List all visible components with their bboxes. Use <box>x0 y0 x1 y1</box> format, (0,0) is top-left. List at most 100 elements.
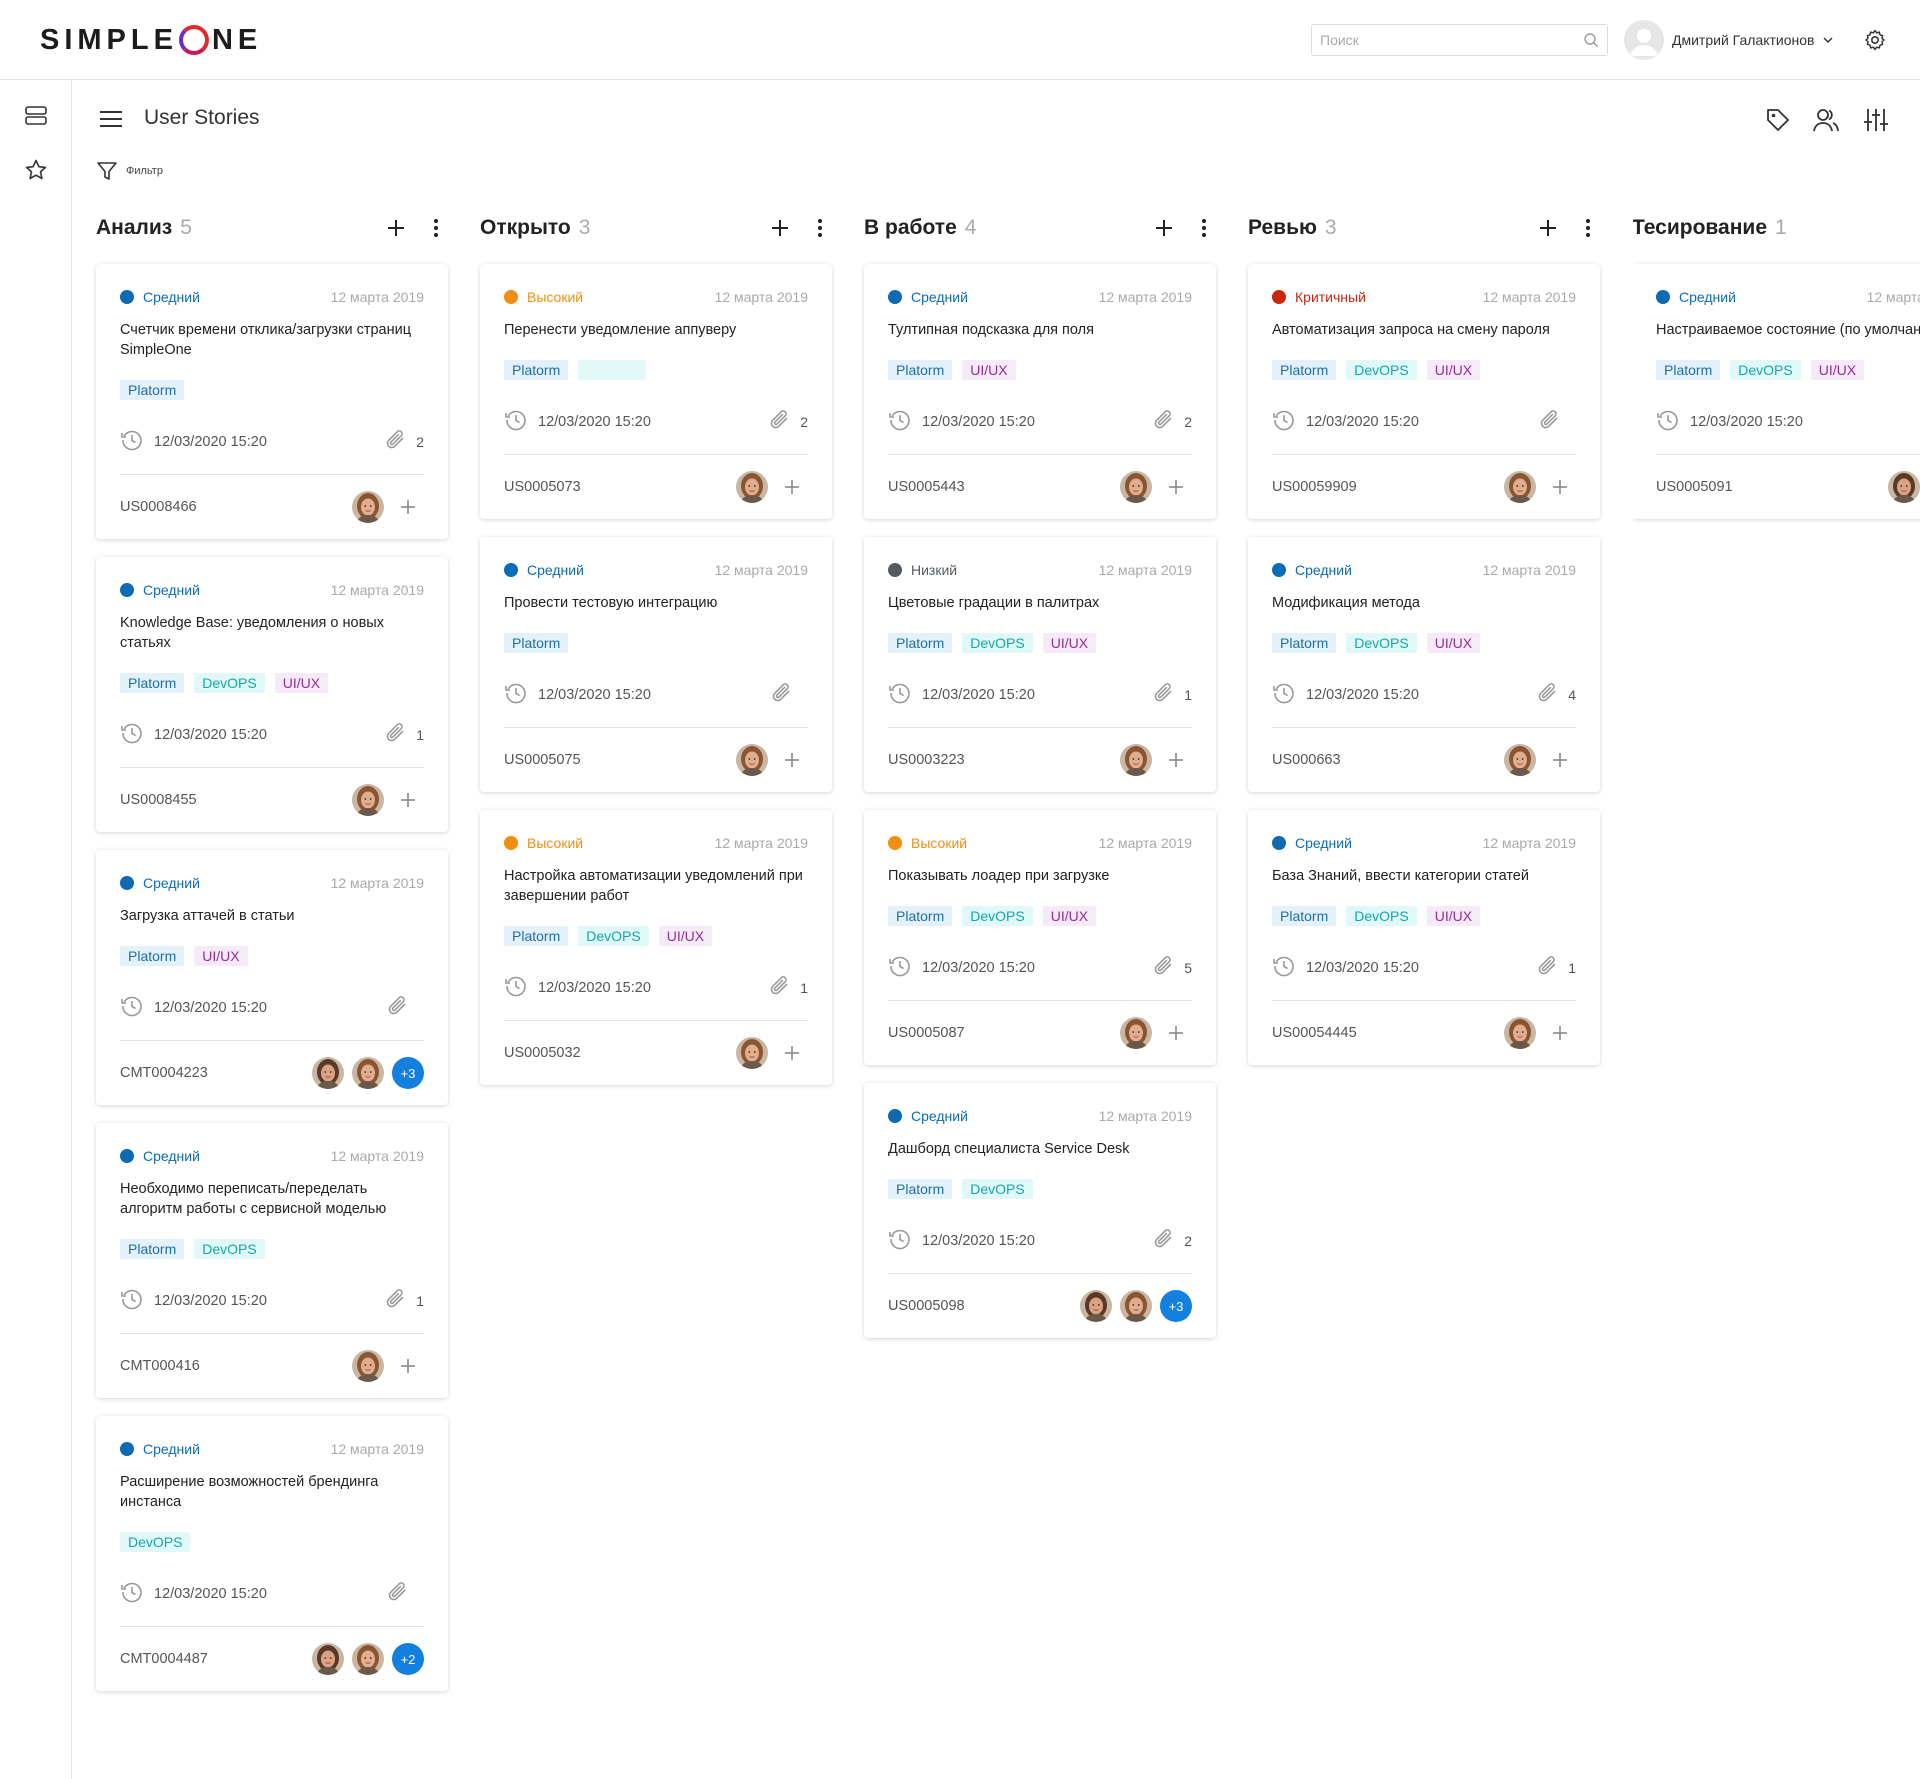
story-id[interactable]: CMT0004223 <box>120 1065 208 1081</box>
assignee-avatar[interactable] <box>736 1037 768 1069</box>
tag[interactable]: DevOPS <box>962 633 1033 653</box>
attachments[interactable] <box>1538 408 1576 437</box>
tag[interactable]: Platorm <box>120 1239 185 1259</box>
tag[interactable]: UI/UX <box>194 946 248 966</box>
card-title[interactable]: Knowledge Base: уведомления о новых стат… <box>120 613 424 653</box>
attachments[interactable]: 5 <box>1152 954 1192 983</box>
attachments[interactable]: 2 <box>384 428 424 457</box>
tag[interactable]: UI/UX <box>658 926 713 946</box>
tag[interactable]: UI/UX <box>1810 360 1865 380</box>
attachments[interactable]: 1 <box>1536 954 1576 983</box>
story-id[interactable]: US0005032 <box>504 1045 581 1061</box>
story-id[interactable]: US0003223 <box>888 752 965 768</box>
attachments[interactable] <box>770 681 808 710</box>
story-id[interactable]: US0008455 <box>120 792 197 808</box>
tag[interactable]: Platorm <box>1272 633 1337 653</box>
add-card-plus-icon[interactable] <box>1152 216 1176 240</box>
card-title[interactable]: База Знаний, ввести категории статей <box>1272 866 1576 886</box>
assignee-avatar[interactable] <box>1120 471 1152 503</box>
tag[interactable]: DevOPS <box>194 673 265 693</box>
tag[interactable]: UI/UX <box>962 360 1016 380</box>
assignee-avatar[interactable] <box>1080 1290 1112 1322</box>
card-title[interactable]: Автоматизация запроса на смену пароля <box>1272 320 1576 340</box>
card-title[interactable]: Необходимо переписать/переделать алгорит… <box>120 1179 424 1219</box>
assignee-avatar[interactable] <box>1504 744 1536 776</box>
tag[interactable]: Platorm <box>888 633 953 653</box>
assignee-avatar[interactable] <box>1888 471 1920 503</box>
assignee-avatar[interactable] <box>352 1643 384 1675</box>
story-card[interactable]: Высокий 12 марта 2019 Перенести уведомлени… <box>480 264 832 519</box>
attachments[interactable]: 2 <box>1152 1227 1192 1256</box>
add-assignee-plus-icon[interactable] <box>1544 471 1576 503</box>
assignee-avatar[interactable] <box>1120 1017 1152 1049</box>
story-id[interactable]: US0005098 <box>888 1298 965 1314</box>
story-card[interactable]: Критичный 12 марта 2019 Автоматизация запр… <box>1248 264 1600 519</box>
assignee-avatar[interactable] <box>1504 471 1536 503</box>
card-title[interactable]: Настраиваемое состояние (по умолчанию) <box>1656 320 1920 340</box>
tag[interactable]: Platorm <box>888 1179 953 1199</box>
story-card[interactable]: Средний 12 марта 2019 Счетчик времени откл… <box>96 264 448 539</box>
tag[interactable]: DevOPS <box>578 926 649 946</box>
assignee-avatar[interactable] <box>352 784 384 816</box>
card-title[interactable]: Счетчик времени отклика/загрузки страниц… <box>120 320 424 360</box>
add-assignee-plus-icon[interactable] <box>392 1350 424 1382</box>
column-more-icon[interactable] <box>1576 216 1600 240</box>
tag[interactable]: DevOPS <box>962 1179 1033 1199</box>
story-card[interactable]: Средний 12 марта 2019 Модификация метода Pl… <box>1248 537 1600 792</box>
search-input[interactable] <box>1312 25 1562 55</box>
story-card[interactable]: Средний 12 марта 2019 База Знаний, ввести … <box>1248 810 1600 1065</box>
story-id[interactable]: US0005075 <box>504 752 581 768</box>
story-card[interactable]: Средний 12 марта 2019 Дашборд специалиста … <box>864 1083 1216 1338</box>
tag[interactable]: DevOPS <box>1346 360 1417 380</box>
tag[interactable]: Platorm <box>1272 360 1337 380</box>
star-icon[interactable] <box>24 158 48 182</box>
story-id[interactable]: US0005091 <box>1656 479 1733 495</box>
tag[interactable]: Platorm <box>504 633 569 653</box>
story-id[interactable]: US0008466 <box>120 499 197 515</box>
layers-icon[interactable] <box>24 104 48 128</box>
add-assignee-plus-icon[interactable] <box>1160 744 1192 776</box>
tag[interactable]: UI/UX <box>1042 633 1097 653</box>
story-card[interactable]: Средний 12 марта 2019 Загрузка аттачей в с… <box>96 850 448 1105</box>
card-title[interactable]: Провести тестовую интеграцию <box>504 593 808 613</box>
card-title[interactable]: Тултипная подсказка для поля <box>888 320 1192 340</box>
story-card[interactable]: Высокий 12 марта 2019 Настройка автоматиза… <box>480 810 832 1085</box>
tag[interactable]: DevOPS <box>1346 906 1417 926</box>
tag[interactable]: DevOPS <box>120 1532 191 1552</box>
tag[interactable]: DevOPS <box>1346 633 1417 653</box>
add-card-plus-icon[interactable] <box>384 216 408 240</box>
tag[interactable]: Platorm <box>1272 906 1337 926</box>
add-card-plus-icon[interactable] <box>1536 216 1560 240</box>
tag[interactable]: Platorm <box>888 360 953 380</box>
story-id[interactable]: US00059909 <box>1272 479 1357 495</box>
tag-empty[interactable] <box>578 360 647 380</box>
tag[interactable]: DevOPS <box>962 906 1033 926</box>
tag[interactable]: DevOPS <box>1730 360 1801 380</box>
add-card-plus-icon[interactable] <box>768 216 792 240</box>
column-more-icon[interactable] <box>424 216 448 240</box>
tag[interactable]: Platorm <box>504 360 569 380</box>
add-assignee-plus-icon[interactable] <box>776 471 808 503</box>
tag[interactable]: Platorm <box>504 926 569 946</box>
story-card[interactable]: Средний 12 марта 2019 Необходимо переписат… <box>96 1123 448 1398</box>
assignee-avatar[interactable] <box>736 744 768 776</box>
add-assignee-plus-icon[interactable] <box>1544 744 1576 776</box>
card-title[interactable]: Загрузка аттачей в статьи <box>120 906 424 926</box>
hamburger-menu-icon[interactable] <box>98 106 124 132</box>
simpleone-logo[interactable]: SIMPLE NE <box>40 22 262 58</box>
attachments[interactable] <box>386 1580 424 1609</box>
story-card[interactable]: Средний 12 марта 2019 Расширение возможнос… <box>96 1416 448 1691</box>
search-icon[interactable] <box>1583 32 1599 48</box>
story-card[interactable]: Высокий 12 марта 2019 Показывать лоадер пр… <box>864 810 1216 1065</box>
story-id[interactable]: US0005087 <box>888 1025 965 1041</box>
story-id[interactable]: US0005073 <box>504 479 581 495</box>
tag[interactable]: Platorm <box>1656 360 1721 380</box>
tag[interactable]: Platorm <box>120 673 185 693</box>
story-card[interactable]: Средний 12 марта 2019 Настраиваемое состоя… <box>1633 264 1920 519</box>
add-assignee-plus-icon[interactable] <box>392 491 424 523</box>
assignee-avatar[interactable] <box>1504 1017 1536 1049</box>
story-id[interactable]: US0005443 <box>888 479 965 495</box>
more-assignees-badge[interactable]: +3 <box>1160 1290 1192 1322</box>
column-more-icon[interactable] <box>1192 216 1216 240</box>
assignee-avatar[interactable] <box>312 1057 344 1089</box>
